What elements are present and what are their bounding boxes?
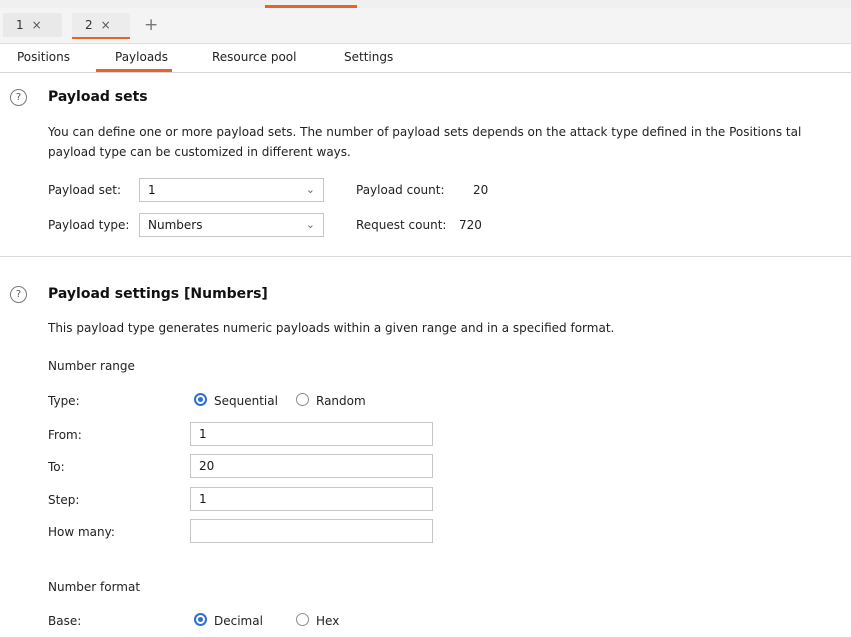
help-icon[interactable]: ? — [10, 286, 27, 303]
payload-count-label: Payload count: — [356, 183, 445, 197]
from-input[interactable]: 1 — [190, 422, 433, 446]
payload-type-select[interactable]: Numbers ⌄ — [139, 213, 324, 237]
payload-count-value: 20 — [473, 183, 489, 197]
hex-radio[interactable] — [296, 613, 309, 626]
section-title-payload-settings: Payload settings [Numbers] — [48, 286, 268, 302]
base-label: Base: — [48, 614, 82, 628]
plus-icon[interactable]: + — [144, 13, 158, 37]
close-icon[interactable]: × — [32, 13, 42, 37]
step-input[interactable]: 1 — [190, 487, 433, 511]
instance-tab-label: 2 — [85, 18, 93, 32]
how-many-label: How many: — [48, 525, 115, 539]
hex-label[interactable]: Hex — [316, 614, 339, 628]
instance-tab-label: 1 — [16, 18, 24, 32]
request-count-label: Request count: — [356, 218, 447, 232]
tab-resource-pool[interactable]: Resource pool — [212, 50, 296, 64]
help-icon[interactable]: ? — [10, 89, 27, 106]
payload-set-value: 1 — [148, 183, 156, 197]
payload-type-label: Payload type: — [48, 218, 130, 232]
payload-set-label: Payload set: — [48, 183, 121, 197]
sequential-radio[interactable] — [194, 393, 207, 406]
number-range-heading: Number range — [48, 359, 135, 373]
tab-settings[interactable]: Settings — [344, 50, 393, 64]
tab-positions[interactable]: Positions — [17, 50, 70, 64]
sequential-label[interactable]: Sequential — [214, 394, 278, 408]
type-label: Type: — [48, 394, 80, 408]
payload-set-select[interactable]: 1 ⌄ — [139, 178, 324, 202]
decimal-label[interactable]: Decimal — [214, 614, 263, 628]
how-many-input[interactable] — [190, 519, 433, 543]
random-radio[interactable] — [296, 393, 309, 406]
random-label[interactable]: Random — [316, 394, 366, 408]
chevron-down-icon: ⌄ — [305, 218, 315, 231]
payload-type-value: Numbers — [148, 218, 203, 232]
instance-tab-2[interactable]: 2 × — [72, 13, 130, 37]
section-title-payload-sets: Payload sets — [48, 89, 148, 105]
payload-sets-description-line1: You can define one or more payload sets.… — [48, 125, 802, 139]
number-format-heading: Number format — [48, 580, 141, 594]
previous-toolbar-strip — [0, 0, 851, 8]
active-tab-indicator — [72, 37, 130, 39]
step-label: Step: — [48, 493, 80, 507]
close-icon[interactable]: × — [101, 13, 111, 37]
request-count-value: 720 — [459, 218, 482, 232]
section-divider — [0, 256, 851, 257]
instance-tab-1[interactable]: 1 × — [3, 13, 62, 37]
active-subtab-indicator — [96, 69, 172, 72]
payload-sets-description-line2: payload type can be customized in differ… — [48, 145, 351, 159]
tab-payloads[interactable]: Payloads — [115, 50, 168, 64]
decimal-radio[interactable] — [194, 613, 207, 626]
from-label: From: — [48, 428, 82, 442]
to-input[interactable]: 20 — [190, 454, 433, 478]
to-label: To: — [48, 460, 65, 474]
payload-settings-description: This payload type generates numeric payl… — [48, 321, 615, 335]
chevron-down-icon: ⌄ — [305, 183, 315, 196]
